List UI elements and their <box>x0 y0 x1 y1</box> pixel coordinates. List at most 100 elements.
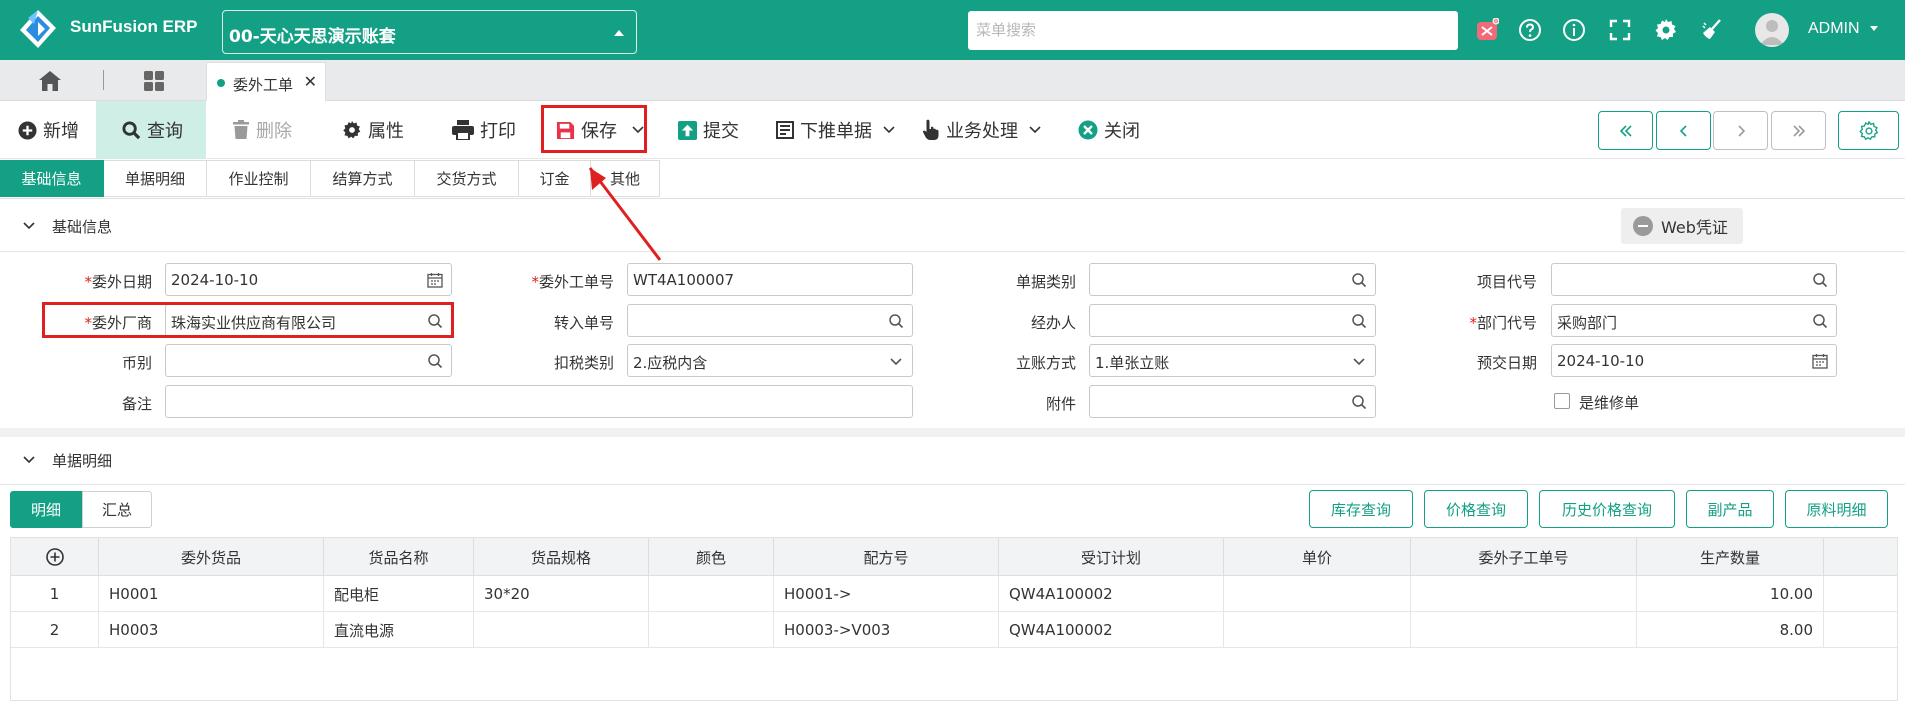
submit-button[interactable]: 提交 <box>678 101 739 159</box>
cell-name[interactable]: 配电柜 <box>324 576 474 612</box>
column-header[interactable]: 生产数量 <box>1637 538 1824 576</box>
help-icon[interactable] <box>1518 18 1542 42</box>
cell-qty[interactable]: 8.00 <box>1637 612 1824 648</box>
tab-outsource-order[interactable]: 委外工单 ✕ <box>206 62 326 101</box>
is-repair-checkbox[interactable] <box>1554 393 1570 409</box>
table-row[interactable]: 1 H0001 配电柜 30*20 H0001-> QW4A100002 10.… <box>11 576 1897 612</box>
search-icon[interactable] <box>1351 272 1367 288</box>
cell-formula[interactable]: H0001-> <box>774 576 999 612</box>
chevron-down-icon[interactable] <box>1351 353 1367 369</box>
cell-plan[interactable]: QW4A100002 <box>999 612 1224 648</box>
column-header[interactable]: 颜色 <box>649 538 774 576</box>
cell-price[interactable] <box>1224 576 1411 612</box>
menu-search-input[interactable] <box>968 11 1458 50</box>
web-voucher-button[interactable]: Web凭证 <box>1621 208 1743 244</box>
search-icon[interactable] <box>1351 313 1367 329</box>
layout-settings-button[interactable] <box>1838 111 1899 150</box>
remark-field[interactable] <box>165 385 913 418</box>
next-record-button[interactable] <box>1713 111 1768 150</box>
close-button[interactable]: 关闭 <box>1078 101 1140 159</box>
column-header[interactable]: 配方号 <box>774 538 999 576</box>
first-record-button[interactable] <box>1598 111 1653 150</box>
material-detail-button[interactable]: 原料明细 <box>1785 490 1888 528</box>
table-row[interactable]: 2 H0003 直流电源 H0003->V003 QW4A100002 8.00 <box>11 612 1897 648</box>
query-button[interactable]: 查询 <box>96 101 206 159</box>
outsource-order-no-field[interactable]: WT4A100007 <box>627 263 913 296</box>
cell-color[interactable] <box>649 576 774 612</box>
info-icon[interactable] <box>1562 18 1586 42</box>
fullscreen-icon[interactable] <box>1608 18 1632 42</box>
cell-item[interactable]: H0003 <box>99 612 324 648</box>
account-selector[interactable]: 00-天心天思演示账套 <box>222 10 637 54</box>
tab-settlement-method[interactable]: 结算方式 <box>311 160 415 197</box>
home-icon[interactable] <box>38 70 62 92</box>
tax-type-select[interactable]: 2.应税内含 <box>627 344 913 377</box>
stock-query-button[interactable]: 库存查询 <box>1309 490 1413 528</box>
doc-type-field[interactable] <box>1089 263 1376 296</box>
remark-label: 备注 <box>121 395 152 413</box>
clear-cache-broom-icon[interactable] <box>1700 18 1724 42</box>
previous-record-button[interactable] <box>1656 111 1711 150</box>
caret-down-icon[interactable] <box>1870 26 1878 31</box>
search-icon[interactable] <box>888 313 904 329</box>
project-code-field[interactable] <box>1551 263 1837 296</box>
price-history-query-button[interactable]: 历史价格查询 <box>1539 490 1675 528</box>
handler-field[interactable] <box>1089 304 1376 337</box>
push-down-button[interactable]: 下推单据 <box>776 101 896 159</box>
search-icon[interactable] <box>1351 394 1367 410</box>
transfer-no-field[interactable] <box>627 304 913 337</box>
print-button[interactable]: 打印 <box>452 101 516 159</box>
last-record-button[interactable] <box>1771 111 1826 150</box>
cell-plan[interactable]: QW4A100002 <box>999 576 1224 612</box>
tab-delivery-method[interactable]: 交货方式 <box>415 160 519 197</box>
cell-qty[interactable]: 10.00 <box>1637 576 1824 612</box>
search-icon[interactable] <box>427 353 443 369</box>
calendar-icon[interactable] <box>427 272 443 288</box>
column-header[interactable]: 委外货品 <box>99 538 324 576</box>
chevron-down-icon[interactable] <box>888 353 904 369</box>
calendar-icon[interactable] <box>1812 353 1828 369</box>
dept-code-field[interactable]: 采购部门 <box>1551 304 1837 337</box>
account-method-select[interactable]: 1.单张立账 <box>1089 344 1376 377</box>
search-icon[interactable] <box>1812 272 1828 288</box>
app-grid-icon[interactable] <box>143 70 165 92</box>
cell-name[interactable]: 直流电源 <box>324 612 474 648</box>
cell-spec[interactable]: 30*20 <box>474 576 649 612</box>
tab-document-details[interactable]: 单据明细 <box>104 160 207 197</box>
column-header[interactable]: 受订计划 <box>999 538 1224 576</box>
column-header[interactable]: 委外子工单号 <box>1411 538 1637 576</box>
properties-button[interactable]: 属性 <box>342 101 404 159</box>
attachment-field[interactable] <box>1089 385 1376 418</box>
chevron-down-icon[interactable] <box>22 453 36 467</box>
column-header[interactable]: 货品规格 <box>474 538 649 576</box>
message-icon[interactable] <box>1475 18 1499 42</box>
delete-button[interactable]: 删除 <box>232 101 292 159</box>
add-row-button[interactable] <box>11 538 99 576</box>
cell-spec[interactable] <box>474 612 649 648</box>
new-button[interactable]: 新增 <box>18 101 79 159</box>
cell-sub-order[interactable] <box>1411 612 1637 648</box>
column-header[interactable]: 货品名称 <box>324 538 474 576</box>
cell-formula[interactable]: H0003->V003 <box>774 612 999 648</box>
search-icon[interactable] <box>1812 313 1828 329</box>
tab-summary[interactable]: 汇总 <box>82 491 152 528</box>
pre-delivery-date-field[interactable]: 2024-10-10 <box>1551 344 1837 377</box>
cell-item[interactable]: H0001 <box>99 576 324 612</box>
price-query-button[interactable]: 价格查询 <box>1424 490 1528 528</box>
gear-icon[interactable] <box>1654 18 1678 42</box>
outsource-date-field[interactable]: 2024-10-10 <box>165 263 452 296</box>
by-product-button[interactable]: 副产品 <box>1686 490 1774 528</box>
cell-sub-order[interactable] <box>1411 576 1637 612</box>
user-name[interactable]: ADMIN <box>1808 20 1860 38</box>
close-icon[interactable]: ✕ <box>304 72 317 91</box>
avatar[interactable] <box>1755 13 1789 47</box>
cell-price[interactable] <box>1224 612 1411 648</box>
currency-field[interactable] <box>165 344 452 377</box>
business-process-button[interactable]: 业务处理 <box>922 101 1042 159</box>
tab-basic-info[interactable]: 基础信息 <box>0 160 104 197</box>
tab-detail[interactable]: 明细 <box>10 491 82 528</box>
tab-job-control[interactable]: 作业控制 <box>207 160 311 197</box>
cell-color[interactable] <box>649 612 774 648</box>
column-header[interactable]: 单价 <box>1224 538 1411 576</box>
chevron-down-icon[interactable] <box>22 219 36 233</box>
